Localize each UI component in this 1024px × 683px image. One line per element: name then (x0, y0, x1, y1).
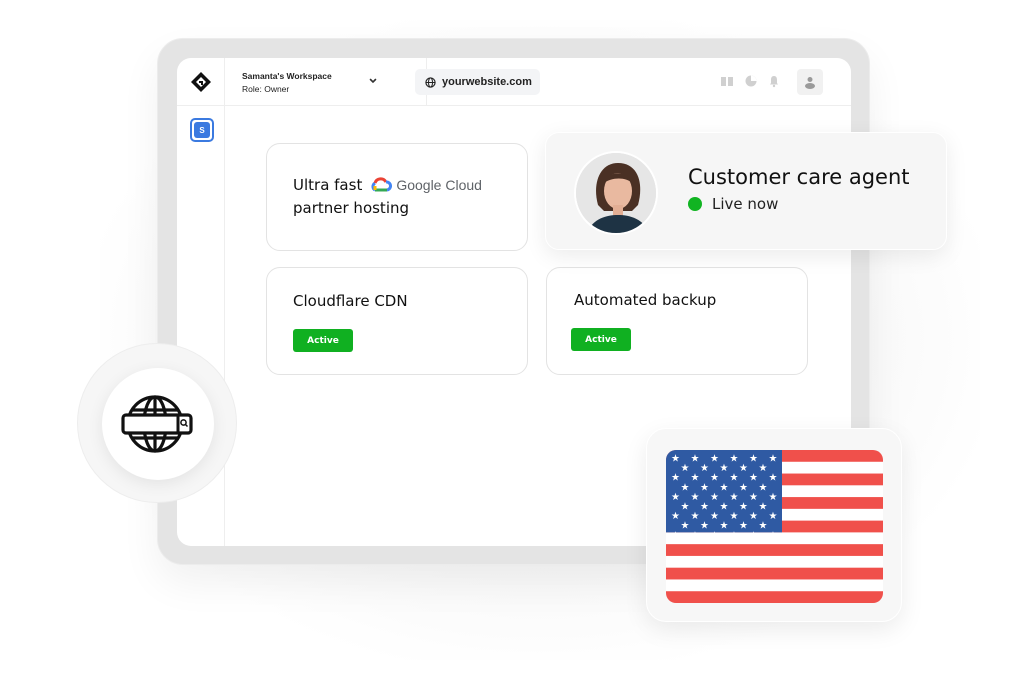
flag-star: ★ (681, 482, 690, 493)
flag-star: ★ (681, 521, 690, 532)
flag-star: ★ (691, 454, 700, 465)
workspace-badge[interactable]: S (190, 118, 214, 142)
flag-stripe (666, 591, 883, 603)
hosting-line1: Ultra fast (293, 176, 363, 194)
flag-star: ★ (749, 492, 758, 503)
agent-title: Customer care agent (688, 165, 910, 189)
flag-star: ★ (749, 454, 758, 465)
flag-star: ★ (769, 530, 778, 541)
flag-star: ★ (739, 502, 748, 513)
brand-logo-icon[interactable] (191, 72, 211, 92)
flag-star: ★ (720, 463, 729, 474)
flag-star: ★ (710, 530, 719, 541)
bell-icon[interactable] (767, 74, 781, 88)
flag-star: ★ (700, 463, 709, 474)
flag-star: ★ (691, 473, 700, 484)
flag-star: ★ (681, 502, 690, 513)
flag-star: ★ (720, 521, 729, 532)
customer-care-agent-card[interactable]: Customer care agent Live now (545, 132, 947, 250)
flag-star: ★ (739, 482, 748, 493)
globe-icon (425, 76, 436, 88)
hosting-card[interactable]: Ultra fast Google Cloud partner hosting (266, 143, 528, 251)
flag-star: ★ (700, 521, 709, 532)
flag-star: ★ (681, 463, 690, 474)
backup-title: Automated backup (574, 291, 717, 309)
google-cloud-icon (371, 177, 393, 192)
flag-star: ★ (710, 511, 719, 522)
flag-star: ★ (759, 463, 768, 474)
flag-star: ★ (691, 511, 700, 522)
flag-star: ★ (769, 511, 778, 522)
flag-star: ★ (691, 492, 700, 503)
site-url: yourwebsite.com (442, 76, 532, 88)
flag-star: ★ (759, 482, 768, 493)
flag-star: ★ (691, 530, 700, 541)
flag-stripe (666, 544, 883, 557)
flag-star: ★ (730, 511, 739, 522)
book-icon[interactable] (720, 74, 734, 88)
us-flag-icon: ★ ★ ★ ★ ★ ★★ ★ ★ ★ ★★ ★ ★ ★ ★ ★★ ★ ★ ★ ★★ ★ ★ ★ ★ ★★ ★ ★ ★ ★★ ★ ★ ★ ★ ★★… (666, 450, 883, 603)
flag-star: ★ (769, 492, 778, 503)
workspace-name: Samanta's Workspace (242, 71, 332, 81)
workspace-badge-letter: S (194, 122, 210, 138)
flag-star: ★ (720, 502, 729, 513)
user-menu-button[interactable] (797, 69, 823, 95)
flag-stripe (666, 555, 883, 568)
flag-star: ★ (769, 473, 778, 484)
flag-star: ★ (671, 492, 680, 503)
flag-star: ★ (730, 492, 739, 503)
chevron-down-icon (369, 78, 377, 84)
flag-stripe (666, 567, 883, 580)
pie-chart-icon[interactable] (744, 74, 758, 88)
flag-star: ★ (769, 454, 778, 465)
flag-stripe (666, 579, 883, 592)
flag-star: ★ (739, 463, 748, 474)
flag-star: ★ (700, 482, 709, 493)
agent-avatar (574, 151, 658, 235)
flag-star: ★ (671, 530, 680, 541)
cdn-card[interactable]: Cloudflare CDN Active (266, 267, 528, 375)
hosting-line2: partner hosting (293, 199, 410, 217)
flag-star: ★ (710, 473, 719, 484)
flag-star: ★ (700, 502, 709, 513)
flag-star: ★ (730, 473, 739, 484)
globe-search-icon (121, 395, 193, 453)
flag-star: ★ (749, 511, 758, 522)
flag-star: ★ (730, 454, 739, 465)
flag-star: ★ (720, 482, 729, 493)
flag-star: ★ (759, 502, 768, 513)
site-url-selector[interactable]: yourwebsite.com (415, 69, 540, 95)
flag-star: ★ (671, 511, 680, 522)
flag-star: ★ (739, 521, 748, 532)
workspace-role: Role: Owner (242, 84, 290, 94)
backup-status-badge: Active (571, 328, 631, 351)
domain-search-circle (102, 368, 214, 480)
google-cloud-brand: Google Cloud (370, 177, 482, 193)
agent-status: Live now (688, 195, 778, 213)
workspace-switcher[interactable]: Samanta's Workspace Role: Owner (225, 58, 427, 106)
flag-star: ★ (749, 530, 758, 541)
flag-star: ★ (730, 530, 739, 541)
flag-star: ★ (749, 473, 758, 484)
flag-star: ★ (671, 454, 680, 465)
domain-search-badge (77, 343, 237, 503)
agent-portrait-icon (576, 153, 656, 233)
flag-star: ★ (710, 454, 719, 465)
agent-status-text: Live now (712, 195, 779, 213)
google-cloud-text: Google Cloud (396, 177, 482, 193)
region-flag-card[interactable]: ★ ★ ★ ★ ★ ★ ★ ★ ★ ★ ★ ★ ★ ★ ★ ★ ★ ★ ★ ★ ★ ★ ★ ★ ★ ★ ★ ★ ★ ★ ★ ★ ★ ★ ★ ★ ★ ★ ★ ★… (646, 428, 902, 622)
live-status-dot-icon (688, 197, 702, 211)
flag-star: ★ (710, 492, 719, 503)
flag-star: ★ (671, 473, 680, 484)
cdn-status-badge: Active (293, 329, 353, 352)
flag-star: ★ (759, 521, 768, 532)
backup-card[interactable]: Automated backup Active (546, 267, 808, 375)
cdn-title: Cloudflare CDN (293, 292, 408, 310)
user-icon (805, 76, 815, 89)
